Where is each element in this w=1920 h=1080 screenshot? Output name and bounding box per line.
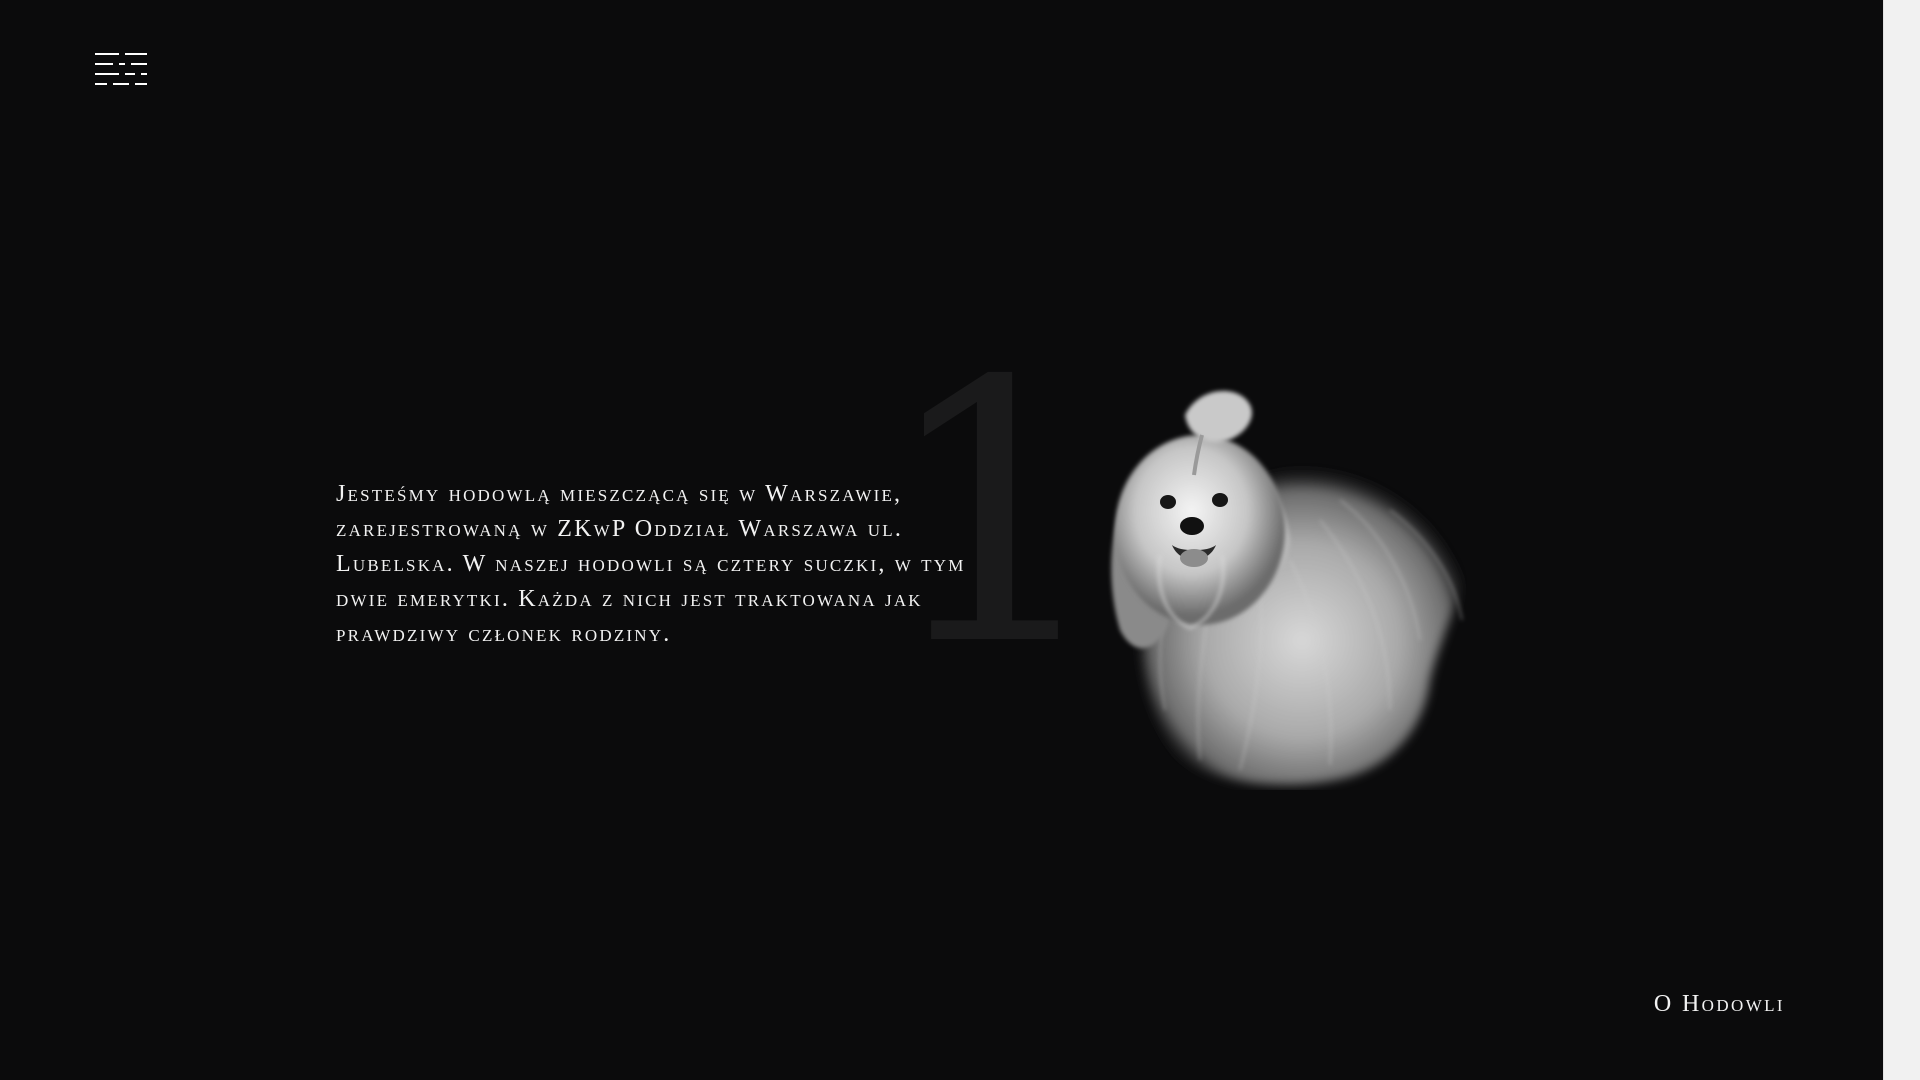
maltese-dog-icon xyxy=(1090,380,1490,790)
intro-paragraph: Jesteśmy hodowlą mieszczącą się w Warsza… xyxy=(336,481,966,647)
section-label-o-hodowli[interactable]: O Hodowli xyxy=(1654,991,1785,1018)
hamburger-menu-icon xyxy=(95,53,147,85)
scrollbar-track[interactable] xyxy=(1883,0,1920,1080)
menu-button[interactable] xyxy=(95,52,147,86)
page-canvas: 1 Jesteśmy hodowlą mieszczącą się w Wars… xyxy=(0,0,1883,1080)
